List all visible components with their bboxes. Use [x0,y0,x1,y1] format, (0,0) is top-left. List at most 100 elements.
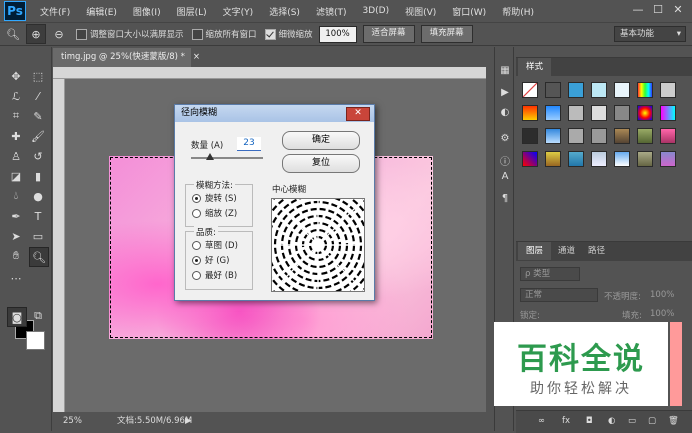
style-swatch[interactable] [545,151,561,167]
close-window-button[interactable]: ✕ [668,2,688,18]
style-swatch[interactable] [545,105,561,121]
opacity-value[interactable]: 100% [650,290,674,300]
tab-channels[interactable]: 通道 [550,242,583,260]
clone-stamp-tool-icon[interactable]: ♙ [7,147,25,165]
style-swatch[interactable] [660,128,676,144]
style-swatch[interactable] [591,128,607,144]
style-swatch[interactable] [522,105,538,121]
path-selection-tool-icon[interactable]: ➤ [7,227,25,245]
scrubby-zoom-checkbox[interactable] [264,28,276,40]
style-swatch[interactable] [591,105,607,121]
zoom-in-icon[interactable]: ⊕ [26,24,46,44]
layer-mask-icon[interactable]: ◘ [586,416,593,426]
character-panel-icon[interactable]: A [496,167,514,185]
lasso-tool-icon[interactable]: ℒ [7,87,25,105]
tab-layers[interactable]: 图层 [518,242,552,260]
blur-method-spin-radio[interactable] [192,194,201,203]
adjustments-panel-icon[interactable]: ◐ [496,103,514,121]
resize-windows-checkbox[interactable] [76,28,87,40]
style-swatch[interactable] [522,151,538,167]
delete-layer-icon[interactable]: 🗑 [668,416,679,426]
zoom-tool-icon[interactable]: 🔍︎ [29,247,49,267]
crop-tool-icon[interactable]: ⌗ [7,107,25,125]
zoom-all-windows-checkbox[interactable] [191,28,203,40]
brush-tool-icon[interactable]: 🖌︎ [29,127,47,145]
style-swatch[interactable] [637,151,653,167]
zoom-value-field[interactable]: 100% [318,25,357,43]
style-swatch[interactable] [568,128,584,144]
style-swatch[interactable] [660,82,676,98]
style-swatch[interactable] [660,105,676,121]
workspace-select[interactable]: 基本功能 [614,26,686,42]
style-swatch[interactable] [637,128,653,144]
link-layers-icon[interactable]: ∞ [538,416,545,426]
blend-mode-select[interactable]: 正常 [520,288,598,302]
style-swatch[interactable] [591,151,607,167]
screen-mode-icon[interactable]: ⧉ [29,307,47,325]
history-brush-tool-icon[interactable]: ↺ [29,147,47,165]
dodge-tool-icon[interactable]: ● [29,187,47,205]
style-swatch[interactable] [637,105,653,121]
menu-3d[interactable]: 3D(D) [354,6,397,16]
menu-edit[interactable]: 编辑(E) [78,5,125,18]
zoom-out-icon[interactable]: ⊖ [50,25,68,43]
status-menu-arrow-icon[interactable]: ▶ [185,412,192,431]
menu-window[interactable]: 窗口(W) [444,5,494,18]
adjustment-layer-icon[interactable]: ◐ [608,416,615,426]
gradient-tool-icon[interactable]: ▮ [29,167,47,185]
magic-wand-tool-icon[interactable]: ⁄ [29,87,47,105]
zoom-level[interactable]: 25% [63,412,82,431]
maximize-button[interactable]: ☐ [648,2,668,18]
menu-select[interactable]: 选择(S) [261,5,308,18]
ok-button[interactable]: 确定 [282,131,360,150]
pen-tool-icon[interactable]: ✒ [7,207,25,225]
style-swatch[interactable] [545,128,561,144]
style-swatch[interactable] [522,128,538,144]
amount-slider-thumb[interactable] [206,153,214,160]
new-layer-icon[interactable]: ▢ [648,416,656,426]
type-tool-icon[interactable]: T [29,207,47,225]
eraser-tool-icon[interactable]: ◪ [7,167,25,185]
menu-layer[interactable]: 图层(L) [169,5,215,18]
document-tab-close-icon[interactable]: × [193,52,200,62]
blur-tool-icon[interactable]: 💧︎ [7,187,25,205]
actions-panel-icon[interactable]: ▶ [496,83,514,101]
hand-tool-icon[interactable]: ✋︎ [7,247,25,265]
blur-method-zoom-radio[interactable] [192,209,201,218]
tab-styles[interactable]: 样式 [518,58,552,76]
style-swatch[interactable] [522,82,538,98]
menu-filter[interactable]: 滤镜(T) [308,5,355,18]
style-swatch[interactable] [568,105,584,121]
marquee-tool-icon[interactable]: ⬚ [29,67,47,85]
style-swatch[interactable] [637,82,653,98]
move-tool-icon[interactable]: ✥ [7,67,25,85]
style-swatch[interactable] [591,82,607,98]
quality-draft-radio[interactable] [192,241,201,250]
menu-view[interactable]: 视图(V) [397,5,444,18]
style-swatch[interactable] [614,128,630,144]
menu-file[interactable]: 文件(F) [32,5,78,18]
quick-mask-icon[interactable]: ◙ [7,307,27,327]
style-swatch[interactable] [545,82,561,98]
new-group-icon[interactable]: ▭ [628,416,636,426]
style-swatch[interactable] [614,105,630,121]
swap-colors-icon[interactable] [34,271,52,289]
style-swatch[interactable] [614,82,630,98]
background-color-swatch[interactable] [26,331,45,350]
fit-screen-button[interactable]: 适合屏幕 [362,25,415,43]
paragraph-panel-icon[interactable]: ¶ [496,189,514,207]
amount-slider-track[interactable] [191,157,263,159]
amount-input[interactable]: 23 [237,137,261,151]
menu-type[interactable]: 文字(Y) [215,5,262,18]
dialog-close-button[interactable]: ✕ [346,107,370,121]
style-swatch[interactable] [568,151,584,167]
menu-help[interactable]: 帮助(H) [494,5,542,18]
style-swatch[interactable] [660,151,676,167]
fill-screen-button[interactable]: 填充屏幕 [420,25,473,43]
more-tools-icon[interactable]: ⋯ [7,269,25,287]
history-panel-icon[interactable]: ▦ [496,61,514,79]
menu-image[interactable]: 图像(I) [125,5,169,18]
style-swatch[interactable] [568,82,584,98]
reset-button[interactable]: 复位 [282,154,360,173]
fill-value[interactable]: 100% [650,309,674,319]
